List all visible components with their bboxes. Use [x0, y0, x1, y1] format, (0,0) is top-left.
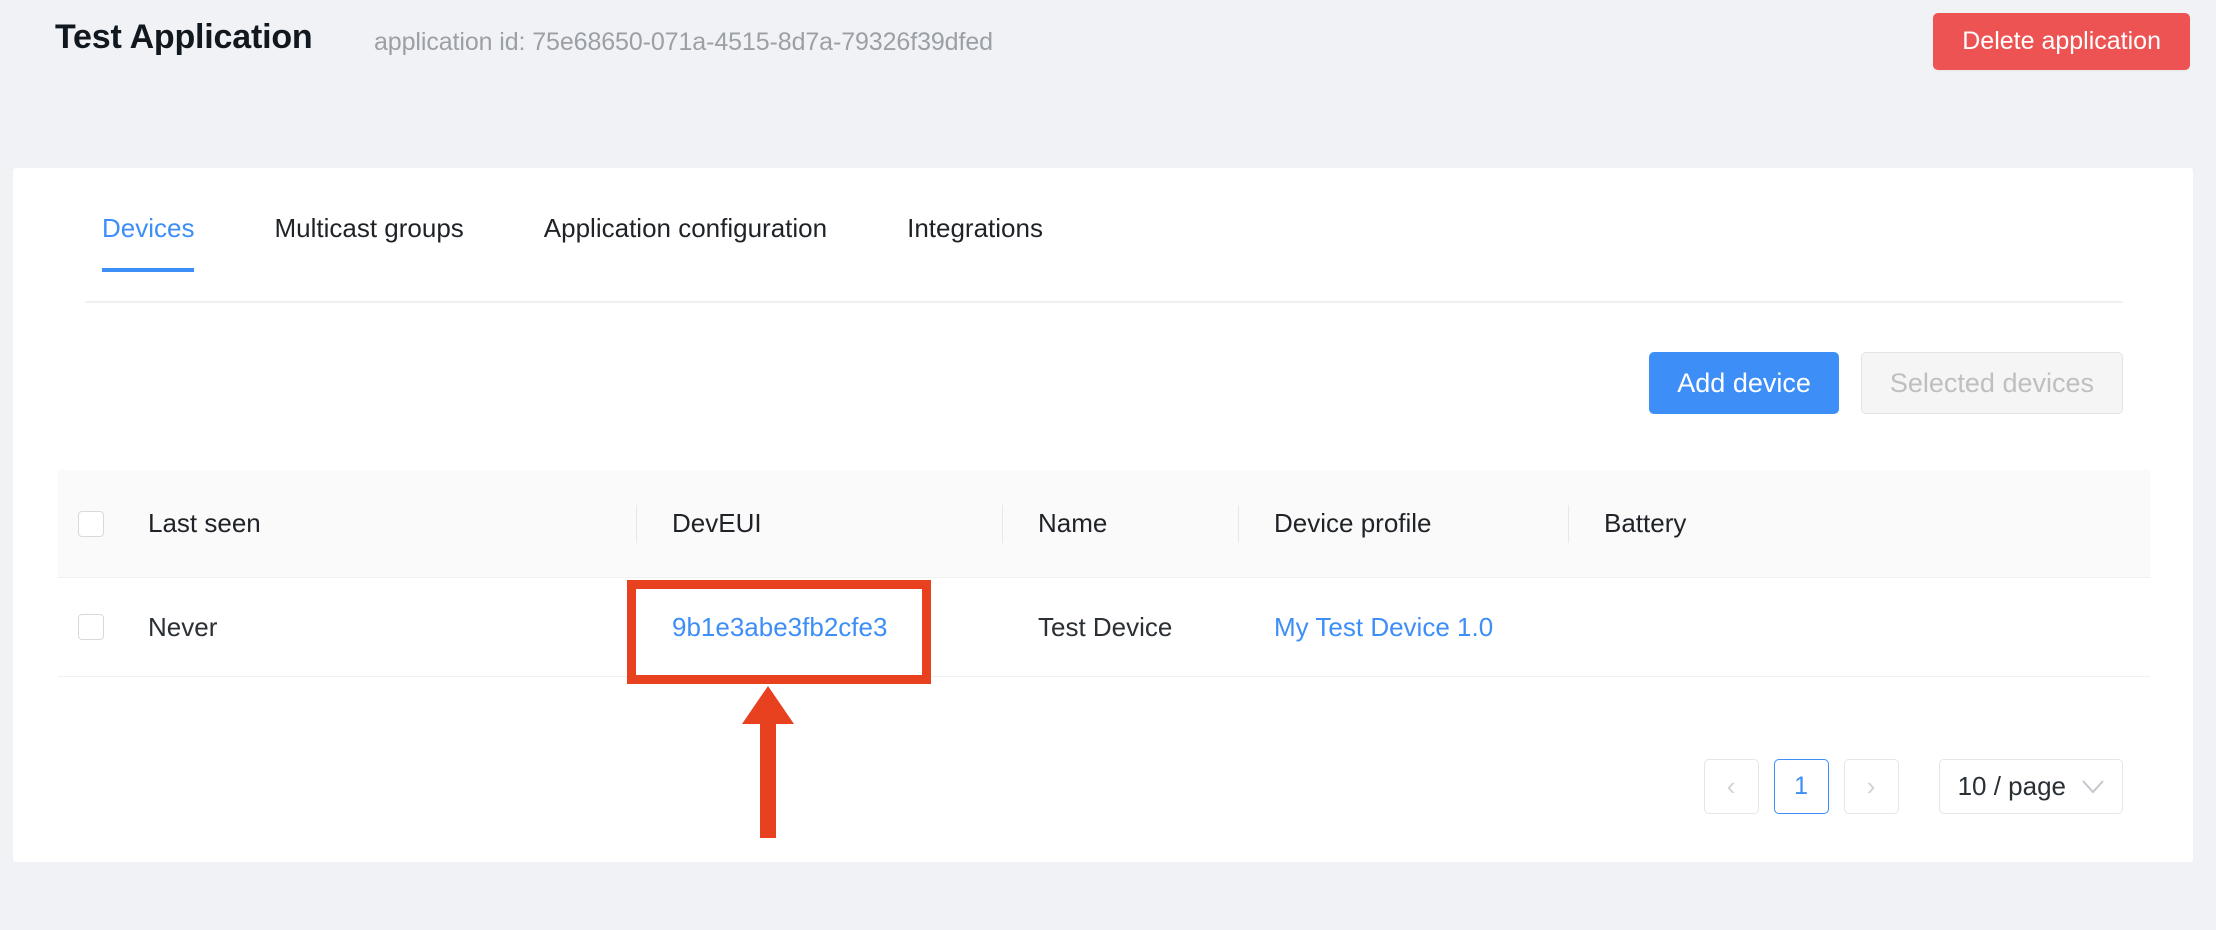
select-all-cell [58, 470, 124, 577]
column-header-device-profile[interactable]: Device profile [1238, 470, 1568, 577]
device-name-value: Test Device [1038, 611, 1173, 642]
column-header-name[interactable]: Name [1002, 470, 1238, 577]
application-id-label: application id: 75e68650-071a-4515-8d7a-… [374, 28, 993, 56]
add-device-button[interactable]: Add device [1649, 352, 1839, 414]
column-header-last-seen[interactable]: Last seen [124, 470, 636, 577]
page-header: Test Application application id: 75e6865… [0, 0, 2216, 168]
delete-application-button[interactable]: Delete application [1933, 13, 2190, 70]
column-header-label: Battery [1604, 508, 1687, 538]
column-header-label: Last seen [148, 508, 261, 538]
cell-name: Test Device [1002, 578, 1238, 676]
device-profile-link[interactable]: My Test Device 1.0 [1274, 612, 1493, 643]
pagination-next-button: › [1843, 759, 1899, 814]
column-header-label: Name [1038, 508, 1108, 538]
column-header-label: DevEUI [672, 508, 762, 538]
table-header-row: Last seen DevEUI Name Device profile Bat… [58, 470, 2150, 578]
page-title: Test Application [55, 18, 313, 56]
cell-device-profile: My Test Device 1.0 [1238, 578, 1568, 676]
deveui-link[interactable]: 9b1e3abe3fb2cfe3 [672, 612, 887, 643]
tab-bar-divider [85, 301, 2123, 303]
tab-devices[interactable]: Devices [102, 213, 195, 272]
column-header-deveui[interactable]: DevEUI [636, 470, 1002, 577]
select-all-checkbox[interactable] [78, 510, 104, 537]
page-size-select[interactable]: 10 / page [1938, 759, 2123, 814]
column-header-label: Device profile [1274, 508, 1432, 538]
pagination: ‹ 1 › 10 / page [1703, 759, 2123, 814]
page-size-label: 10 / page [1957, 771, 2066, 801]
pagination-page-1[interactable]: 1 [1773, 759, 1829, 814]
tab-integrations[interactable]: Integrations [907, 213, 1043, 272]
cell-battery [1568, 578, 1988, 676]
tab-application-configuration[interactable]: Application configuration [544, 213, 827, 272]
tab-bar: Devices Multicast groups Application con… [13, 168, 2193, 303]
last-seen-value: Never [148, 611, 218, 642]
devices-card: Devices Multicast groups Application con… [13, 168, 2193, 862]
row-select-checkbox[interactable] [78, 614, 104, 640]
tab-multicast-groups[interactable]: Multicast groups [274, 213, 463, 272]
table-toolbar: Add device Selected devices [1649, 352, 2123, 414]
column-header-battery[interactable]: Battery [1568, 470, 1988, 577]
cell-last-seen: Never [124, 578, 636, 676]
pagination-prev-button: ‹ [1703, 759, 1759, 814]
row-select-cell [58, 578, 124, 676]
chevron-down-icon [2082, 779, 2104, 794]
table-row[interactable]: Never 9b1e3abe3fb2cfe3 Test Device My Te… [58, 578, 2150, 677]
devices-table: Last seen DevEUI Name Device profile Bat… [58, 470, 2150, 677]
cell-deveui: 9b1e3abe3fb2cfe3 [636, 578, 1002, 676]
selected-devices-button: Selected devices [1860, 352, 2123, 414]
